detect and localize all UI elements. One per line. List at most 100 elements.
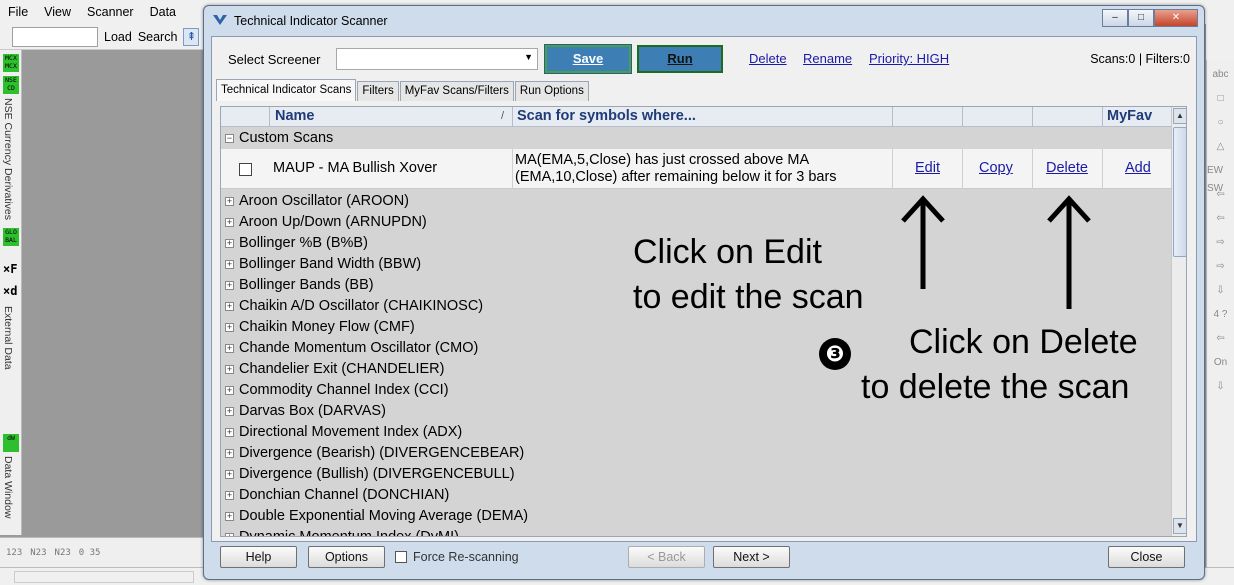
- menu-scanner[interactable]: Scanner: [87, 5, 134, 19]
- delete-screener-link[interactable]: Delete: [749, 51, 787, 66]
- bottom-tool-4[interactable]: 0 35: [79, 548, 101, 558]
- expand-icon[interactable]: +: [225, 260, 234, 269]
- arrow-tool-icon[interactable]: ⇦: [1216, 330, 1224, 348]
- indicator-group-label: Directional Movement Index (ADX): [239, 424, 463, 440]
- maximize-button[interactable]: □: [1128, 9, 1154, 27]
- grid-header: Name / Scan for symbols where... MyFav: [221, 107, 1171, 127]
- edit-scan-link[interactable]: Edit: [915, 160, 940, 176]
- data-window-badge[interactable]: dW: [3, 434, 19, 452]
- indicator-group-row[interactable]: + Double Exponential Moving Average (DEMA…: [221, 506, 1171, 527]
- force-rescanning-checkbox[interactable]: [395, 551, 407, 563]
- run-button[interactable]: Run: [637, 45, 723, 73]
- toolbar-symbol-input[interactable]: [12, 26, 98, 47]
- custom-scan-row[interactable]: MAUP - MA Bullish Xover MA(EMA,5,Close) …: [221, 149, 1171, 189]
- arrow-right-tool-2-icon[interactable]: ⇨: [1216, 258, 1224, 276]
- expand-icon[interactable]: +: [225, 344, 234, 353]
- expand-icon[interactable]: +: [225, 407, 234, 416]
- close-button[interactable]: Close: [1108, 546, 1185, 568]
- indicator-group-row[interactable]: + Directional Movement Index (ADX): [221, 422, 1171, 443]
- ellipse-tool-icon[interactable]: ○: [1217, 114, 1223, 132]
- close-window-button[interactable]: ✕: [1154, 9, 1198, 27]
- bottom-tool-1[interactable]: 123: [6, 548, 22, 558]
- dialog-titlebar[interactable]: Technical Indicator Scanner – □ ✕: [204, 6, 1204, 36]
- header-divider: [512, 107, 513, 127]
- tab-technical-indicator-scans[interactable]: Technical Indicator Scans: [216, 79, 357, 101]
- on-toggle[interactable]: On: [1214, 354, 1227, 372]
- scroll-thumb[interactable]: [1173, 127, 1186, 257]
- scan-checkbox[interactable]: [239, 163, 252, 176]
- arrow-down-tool-icon[interactable]: ⇩: [1216, 282, 1224, 300]
- arrow-left-tool-icon[interactable]: ⇦: [1216, 186, 1224, 204]
- tab-myfav[interactable]: MyFav Scans/Filters: [399, 81, 514, 101]
- screener-select[interactable]: ▼: [336, 48, 538, 70]
- tab-filters[interactable]: Filters: [357, 81, 399, 101]
- menu-file[interactable]: File: [8, 5, 28, 19]
- expand-icon[interactable]: +: [225, 323, 234, 332]
- indicator-group-row[interactable]: + Donchian Channel (DONCHIAN): [221, 485, 1171, 506]
- external-data-tab[interactable]: External Data: [2, 306, 14, 370]
- scroll-up-icon[interactable]: ▲: [1173, 108, 1186, 124]
- menu-view[interactable]: View: [44, 5, 71, 19]
- xd-icon[interactable]: ×d: [3, 284, 17, 298]
- nse-cd-badge[interactable]: NSE CD: [3, 76, 19, 94]
- expand-icon[interactable]: +: [225, 449, 234, 458]
- indicator-group-row[interactable]: + Divergence (Bearish) (DIVERGENCEBEAR): [221, 443, 1171, 464]
- expand-icon[interactable]: +: [225, 533, 234, 536]
- expand-icon[interactable]: +: [225, 491, 234, 500]
- back-button[interactable]: < Back: [628, 546, 705, 568]
- minimize-button[interactable]: –: [1102, 9, 1128, 27]
- triangle-tool-icon[interactable]: △: [1217, 138, 1225, 156]
- help-button[interactable]: Help: [220, 546, 297, 568]
- expand-icon[interactable]: +: [225, 218, 234, 227]
- fx-icon[interactable]: ×F: [3, 262, 17, 276]
- column-name[interactable]: Name: [275, 108, 315, 124]
- currency-derivatives-tab[interactable]: NSE Currency Derivatives: [2, 98, 14, 220]
- elliott-wave-icon[interactable]: EW SW: [1207, 162, 1234, 194]
- menu-data[interactable]: Data: [150, 5, 176, 19]
- rename-screener-link[interactable]: Rename: [803, 51, 852, 66]
- delete-scan-link[interactable]: Delete: [1046, 160, 1088, 176]
- save-button[interactable]: Save: [544, 44, 632, 74]
- grid-vertical-scrollbar[interactable]: ▲ ▼: [1171, 107, 1186, 536]
- column-scan-condition[interactable]: Scan for symbols where...: [517, 108, 696, 124]
- arrow-left-tool-2-icon[interactable]: ⇦: [1216, 210, 1224, 228]
- indicator-group-row[interactable]: + Aroon Oscillator (AROON): [221, 191, 1171, 212]
- indicator-group-row[interactable]: + Dynamic Momentum Index (DyMI): [221, 527, 1171, 536]
- expand-icon[interactable]: +: [225, 281, 234, 290]
- expand-icon[interactable]: +: [225, 512, 234, 521]
- collapse-icon[interactable]: −: [225, 134, 234, 143]
- load-button[interactable]: Load: [104, 30, 132, 44]
- column-myfav[interactable]: MyFav: [1107, 108, 1152, 124]
- copy-scan-link[interactable]: Copy: [979, 160, 1013, 176]
- expand-icon[interactable]: +: [225, 470, 234, 479]
- add-myfav-link[interactable]: Add: [1125, 160, 1151, 176]
- chart-tool-icon[interactable]: ⇞: [183, 27, 200, 46]
- arrow-right-tool-icon[interactable]: ⇨: [1216, 234, 1224, 252]
- cursor-tool-icon[interactable]: ⇩: [1216, 378, 1224, 396]
- expand-icon[interactable]: +: [225, 428, 234, 437]
- cell-divider: [1102, 149, 1103, 189]
- bottom-tool-3[interactable]: N23: [55, 548, 71, 558]
- expand-icon[interactable]: +: [225, 386, 234, 395]
- next-button[interactable]: Next >: [713, 546, 790, 568]
- tab-run-options[interactable]: Run Options: [514, 81, 589, 101]
- bottom-tool-2[interactable]: N23: [30, 548, 46, 558]
- mcx-badge[interactable]: MCX MCX: [3, 54, 19, 72]
- priority-link[interactable]: Priority: HIGH: [869, 51, 949, 66]
- options-button[interactable]: Options: [308, 546, 385, 568]
- expand-icon[interactable]: +: [225, 239, 234, 248]
- indicator-group-row[interactable]: + Divergence (Bullish) (DIVERGENCEBULL): [221, 464, 1171, 485]
- search-button[interactable]: Search: [138, 30, 178, 44]
- text-tool-icon[interactable]: abc: [1212, 66, 1228, 84]
- custom-scans-group[interactable]: − Custom Scans: [221, 128, 1171, 149]
- force-rescanning-option[interactable]: Force Re-scanning: [395, 550, 519, 564]
- expand-icon[interactable]: +: [225, 197, 234, 206]
- data-window-tab[interactable]: Data Window: [2, 456, 14, 518]
- scroll-down-icon[interactable]: ▼: [1173, 518, 1186, 534]
- scanner-dialog: Technical Indicator Scanner – □ ✕ Select…: [203, 5, 1205, 580]
- fib-tool-icon[interactable]: 4 ?: [1214, 306, 1228, 324]
- expand-icon[interactable]: +: [225, 365, 234, 374]
- rectangle-tool-icon[interactable]: □: [1217, 90, 1223, 108]
- global-badge[interactable]: GLO BAL: [3, 228, 19, 246]
- expand-icon[interactable]: +: [225, 302, 234, 311]
